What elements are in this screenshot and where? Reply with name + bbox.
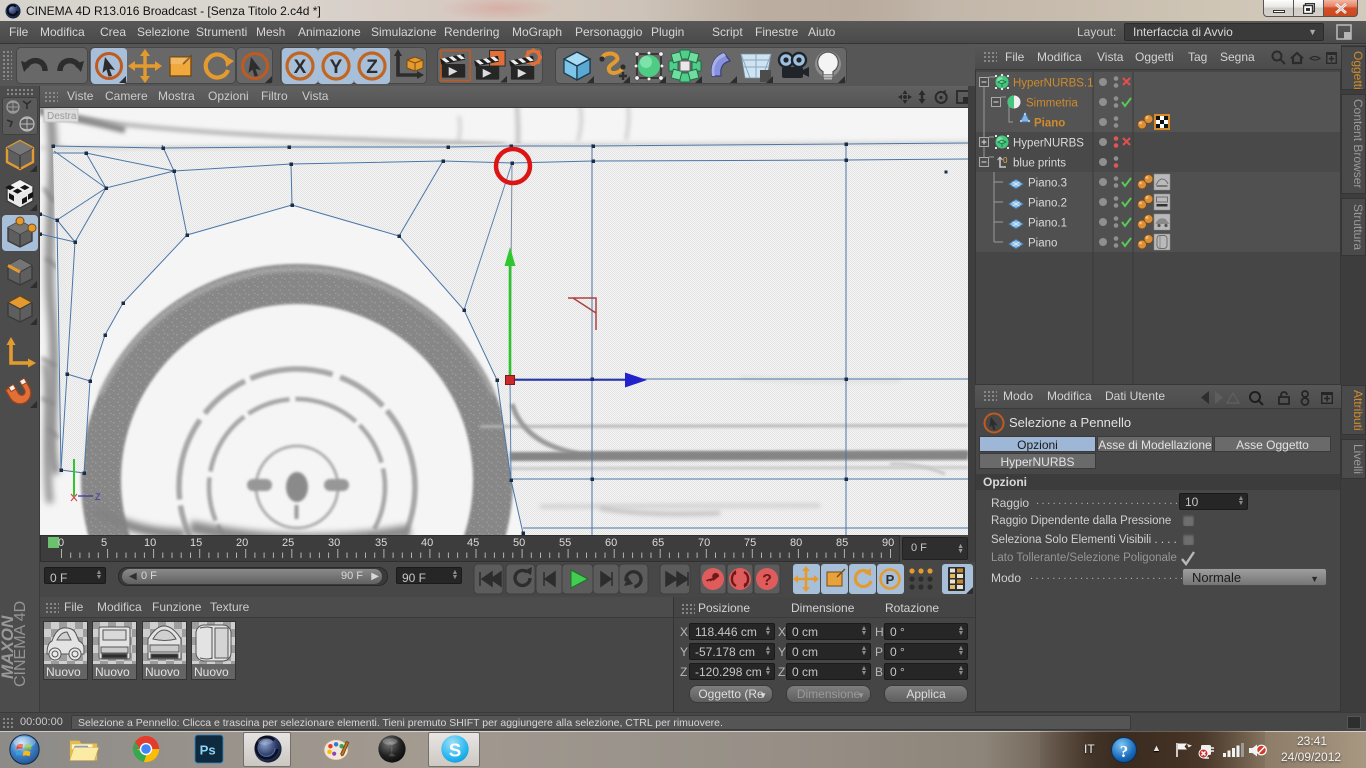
svg-text:X: X <box>294 57 307 78</box>
svg-text:Nuovo: Nuovo <box>46 665 81 679</box>
svg-text:Nuovo: Nuovo <box>194 665 229 679</box>
svg-text:Destra: Destra <box>47 111 77 122</box>
svg-text:15: 15 <box>190 537 202 549</box>
svg-text:Piano: Piano <box>1034 118 1065 130</box>
svg-text:20: 20 <box>236 537 248 549</box>
svg-text:30: 30 <box>328 537 340 549</box>
svg-text:35: 35 <box>375 537 387 549</box>
svg-text:?: ? <box>1120 742 1129 761</box>
svg-text:10: 10 <box>144 537 156 549</box>
svg-text:blue prints: blue prints <box>1013 158 1066 170</box>
svg-text:25: 25 <box>282 537 294 549</box>
svg-text:HyperNURBS.1: HyperNURBS.1 <box>1013 78 1094 90</box>
svg-text:Piano.2: Piano.2 <box>1028 198 1067 210</box>
svg-text:45: 45 <box>467 537 479 549</box>
svg-text:Piano.3: Piano.3 <box>1028 178 1067 190</box>
svg-text:0: 0 <box>1003 156 1008 165</box>
svg-text:P: P <box>886 572 895 587</box>
svg-text:Piano.1: Piano.1 <box>1028 218 1067 230</box>
svg-text:40: 40 <box>421 537 433 549</box>
svg-text:70: 70 <box>698 537 710 549</box>
svg-text:S: S <box>449 740 462 761</box>
svg-text:0: 0 <box>58 537 64 549</box>
svg-text:Nuovo: Nuovo <box>145 665 180 679</box>
svg-text:Nuovo: Nuovo <box>95 665 130 679</box>
svg-text:Ps: Ps <box>200 743 216 758</box>
svg-text:Y: Y <box>330 57 343 78</box>
svg-text:90: 90 <box>882 537 894 549</box>
svg-text:Z: Z <box>95 492 101 502</box>
svg-text:5: 5 <box>101 537 107 549</box>
svg-text:65: 65 <box>652 537 664 549</box>
svg-text:85: 85 <box>836 537 848 549</box>
svg-text:60: 60 <box>605 537 617 549</box>
svg-text:50: 50 <box>513 537 525 549</box>
svg-text:Z: Z <box>366 57 378 78</box>
svg-text:?: ? <box>762 572 772 589</box>
svg-text:HyperNURBS: HyperNURBS <box>1013 138 1084 150</box>
svg-text:Simmetria: Simmetria <box>1026 98 1078 110</box>
svg-text:Piano: Piano <box>1028 238 1057 250</box>
svg-text:55: 55 <box>559 537 571 549</box>
svg-text:75: 75 <box>744 537 756 549</box>
svg-text:80: 80 <box>790 537 802 549</box>
